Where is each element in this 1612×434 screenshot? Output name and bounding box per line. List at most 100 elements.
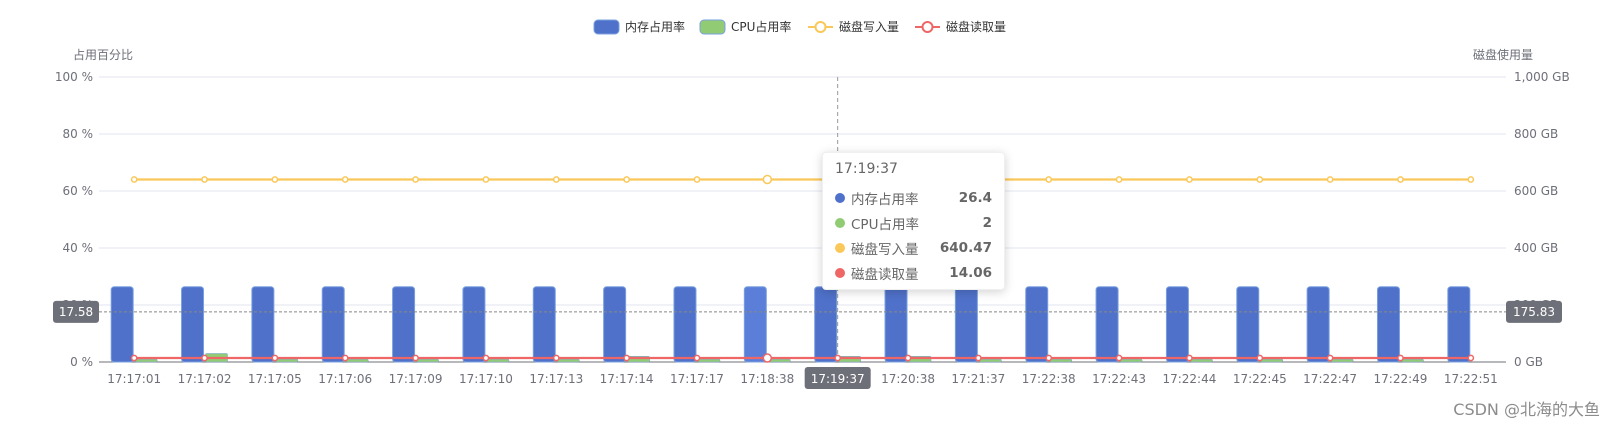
bar-memory bbox=[884, 286, 908, 363]
tooltip-row-disk-read: 磁盘读取量 14.06 bbox=[835, 260, 992, 285]
point-disk-write bbox=[623, 176, 630, 183]
bar-cpu bbox=[1049, 358, 1072, 363]
x-tick-label: 17:18:38 bbox=[740, 372, 794, 386]
bar-memory bbox=[673, 286, 697, 363]
x-tick-label: 17:17:14 bbox=[600, 372, 654, 386]
bar-cpu bbox=[416, 358, 439, 363]
bar-memory bbox=[392, 286, 416, 363]
point-disk-read bbox=[271, 354, 279, 362]
bar-cpu bbox=[697, 358, 721, 363]
x-tick-label: 17:21:37 bbox=[951, 372, 1005, 386]
point-disk-write bbox=[693, 176, 701, 183]
bar-memory bbox=[321, 286, 345, 363]
point-disk-write bbox=[1326, 176, 1334, 183]
bar-memory bbox=[1165, 286, 1189, 363]
tooltip-name-disk-read: 磁盘读取量 bbox=[851, 266, 919, 283]
point-disk-write bbox=[130, 176, 138, 183]
x-axis-pointer-label: 17:19:37 bbox=[811, 372, 865, 386]
point-disk-read bbox=[1256, 354, 1264, 362]
x-tick-label: 17:17:02 bbox=[178, 372, 232, 386]
y-left-tick-label: 80 % bbox=[63, 127, 94, 141]
bar-memory bbox=[954, 286, 978, 363]
bar-memory bbox=[1376, 286, 1400, 363]
x-tick-label: 17:22:38 bbox=[1022, 372, 1076, 386]
point-disk-read bbox=[201, 354, 208, 362]
bar-memory bbox=[1095, 286, 1119, 363]
bar-cpu bbox=[275, 358, 299, 363]
point-disk-write bbox=[271, 176, 279, 183]
x-tick-label: 17:17:01 bbox=[107, 372, 161, 386]
point-disk-write bbox=[1467, 176, 1475, 183]
watermark: CSDN @北海的大鱼 bbox=[1453, 400, 1600, 419]
tooltip-value-disk-write: 640.47 bbox=[939, 239, 992, 256]
y-left-tick-label: 0 % bbox=[70, 355, 93, 369]
x-tick-label: 17:17:05 bbox=[248, 372, 302, 386]
x-tick-label: 17:22:47 bbox=[1303, 372, 1357, 386]
point-disk-read bbox=[975, 354, 982, 362]
y-right-tick-label: 600 GB bbox=[1514, 184, 1558, 198]
point-disk-write bbox=[482, 176, 490, 183]
bar-memory bbox=[1236, 286, 1260, 363]
x-tick-label: 17:17:06 bbox=[318, 372, 372, 386]
point-disk-write bbox=[1186, 176, 1193, 183]
point-disk-write bbox=[552, 176, 560, 183]
point-disk-write bbox=[1045, 176, 1053, 183]
point-disk-read bbox=[482, 354, 490, 362]
tooltip-title: 17:19:37 bbox=[835, 161, 898, 177]
bar-cpu bbox=[134, 358, 158, 363]
point-disk-read bbox=[1045, 354, 1053, 362]
bar-cpu bbox=[1260, 358, 1284, 363]
bar-cpu bbox=[1119, 358, 1143, 363]
bar-cpu bbox=[979, 358, 1002, 363]
point-disk-write bbox=[412, 176, 419, 183]
point-disk-read bbox=[130, 354, 138, 362]
point-disk-write bbox=[762, 174, 773, 185]
point-disk-write bbox=[341, 176, 349, 183]
legend-memory-symbol bbox=[593, 19, 620, 35]
legend-disk-write-symbol bbox=[814, 21, 827, 33]
legend-disk-read-symbol bbox=[921, 21, 934, 33]
x-tick-label: 17:17:10 bbox=[459, 372, 513, 386]
y-right-tick-label: 400 GB bbox=[1514, 241, 1558, 255]
point-disk-write bbox=[1115, 176, 1123, 183]
y-left-pointer-label: 17.58 bbox=[59, 305, 93, 319]
point-disk-read bbox=[1186, 354, 1193, 362]
point-disk-read bbox=[1467, 354, 1475, 362]
y-right-axis-name: 磁盘使用量 bbox=[1473, 47, 1533, 62]
legend-disk-read-label: 磁盘读取量 bbox=[946, 19, 1006, 34]
tooltip-dot-memory bbox=[835, 192, 845, 203]
point-disk-write bbox=[1256, 176, 1264, 183]
tooltip-row-cpu: CPU占用率 2 bbox=[835, 210, 992, 235]
tooltip-name-cpu: CPU占用率 bbox=[851, 216, 919, 233]
point-disk-read bbox=[693, 354, 701, 362]
x-tick-label: 17:22:44 bbox=[1162, 372, 1216, 386]
legend-cpu-symbol bbox=[699, 19, 726, 35]
tooltip-value-cpu: 2 bbox=[982, 214, 992, 231]
x-tick-label: 17:17:13 bbox=[529, 372, 583, 386]
point-disk-read bbox=[1326, 354, 1334, 362]
y-right-tick-label: 800 GB bbox=[1514, 127, 1558, 141]
x-tick-label: 17:22:45 bbox=[1233, 372, 1287, 386]
point-disk-read bbox=[1397, 354, 1404, 362]
x-tick-label: 17:17:17 bbox=[670, 372, 724, 386]
point-disk-read bbox=[341, 354, 349, 362]
bar-cpu bbox=[557, 358, 580, 363]
tooltip-dot-disk-write bbox=[835, 242, 845, 253]
x-tick-label: 17:20:38 bbox=[881, 372, 935, 386]
bar-cpu bbox=[1401, 358, 1424, 363]
bar-memory bbox=[814, 286, 838, 363]
y-left-tick-label: 40 % bbox=[63, 241, 94, 255]
y-right-pointer-label: 175.83 bbox=[1513, 305, 1555, 319]
x-tick-label: 17:22:49 bbox=[1374, 372, 1428, 386]
bar-memory bbox=[462, 286, 486, 363]
point-disk-read bbox=[623, 354, 630, 362]
bar-memory bbox=[1025, 286, 1049, 363]
bar-memory bbox=[251, 286, 275, 363]
tooltip-row-memory: 内存占用率 26.4 bbox=[835, 185, 992, 210]
point-disk-read bbox=[762, 353, 773, 363]
y-right-tick-label: 0 GB bbox=[1514, 355, 1543, 369]
x-tick-label: 17:17:09 bbox=[389, 372, 443, 386]
tooltip-row-disk-write: 磁盘写入量 640.47 bbox=[835, 235, 992, 260]
legend-memory-label: 内存占用率 bbox=[625, 19, 685, 34]
bar-memory bbox=[603, 286, 627, 363]
